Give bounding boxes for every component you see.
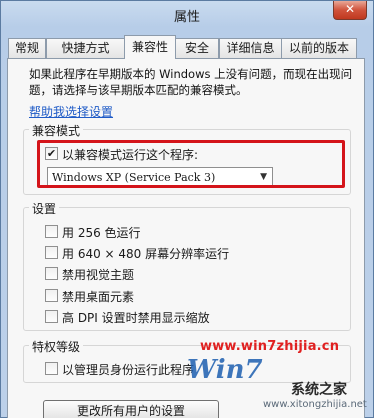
tab-shortcut[interactable]: 快捷方式 <box>46 38 125 58</box>
disable-dpi-scaling-checkbox[interactable] <box>45 310 58 323</box>
settings-legend: 设置 <box>29 200 60 217</box>
watermark-url: www.win7zhijia.cn <box>200 339 340 354</box>
disable-visual-themes-label: 禁用视觉主题 <box>62 268 135 282</box>
privilege-legend: 特权等级 <box>29 338 84 355</box>
intro-text: 如果此程序在早期版本的 Windows 上没有问题，而现在出现问题，请选择与该早… <box>29 67 353 97</box>
tab-compatibility[interactable]: 兼容性 <box>124 35 176 59</box>
compat-mode-legend: 兼容模式 <box>29 122 84 139</box>
red-highlight-frame <box>37 140 345 188</box>
help-me-choose-link[interactable]: 帮助我选择设置 <box>29 103 113 120</box>
run-as-admin-label: 以管理员身份运行此程序 <box>62 363 195 377</box>
resolution-640-label: 用 640 × 480 屏幕分辨率运行 <box>62 247 230 261</box>
tab-general[interactable]: 常规 <box>8 38 46 58</box>
tab-previous-versions[interactable]: 以前的版本 <box>281 38 357 58</box>
tab-details[interactable]: 详细信息 <box>219 38 282 58</box>
watermark-logo: Win7 <box>187 355 263 385</box>
disable-dpi-scaling-label: 高 DPI 设置时禁用显示缩放 <box>62 311 210 325</box>
title-bar[interactable]: 属性 ✕ <box>1 1 373 27</box>
disable-visual-themes-checkbox[interactable] <box>45 267 58 280</box>
color-256-label: 用 256 色运行 <box>62 226 141 240</box>
run-as-admin-checkbox[interactable] <box>45 362 58 375</box>
window-title: 属性 <box>173 10 200 25</box>
color-256-checkbox[interactable] <box>45 225 58 238</box>
watermark-site: www.xitongzhijia.net <box>263 399 367 410</box>
disable-desktop-composition-checkbox[interactable] <box>45 289 58 302</box>
tab-security[interactable]: 安全 <box>175 38 219 58</box>
resolution-640-checkbox[interactable] <box>45 246 58 259</box>
properties-window: 属性 ✕ 常规 快捷方式 兼容性 安全 详细信息 以前的版本 如果此程序在早期版… <box>0 0 374 418</box>
change-all-users-settings-button[interactable]: 更改所有用户的设置 <box>43 400 219 418</box>
close-button[interactable]: ✕ <box>333 1 367 20</box>
disable-desktop-composition-label: 禁用桌面元素 <box>62 290 135 304</box>
watermark-brand: 系统之家 <box>291 382 347 398</box>
